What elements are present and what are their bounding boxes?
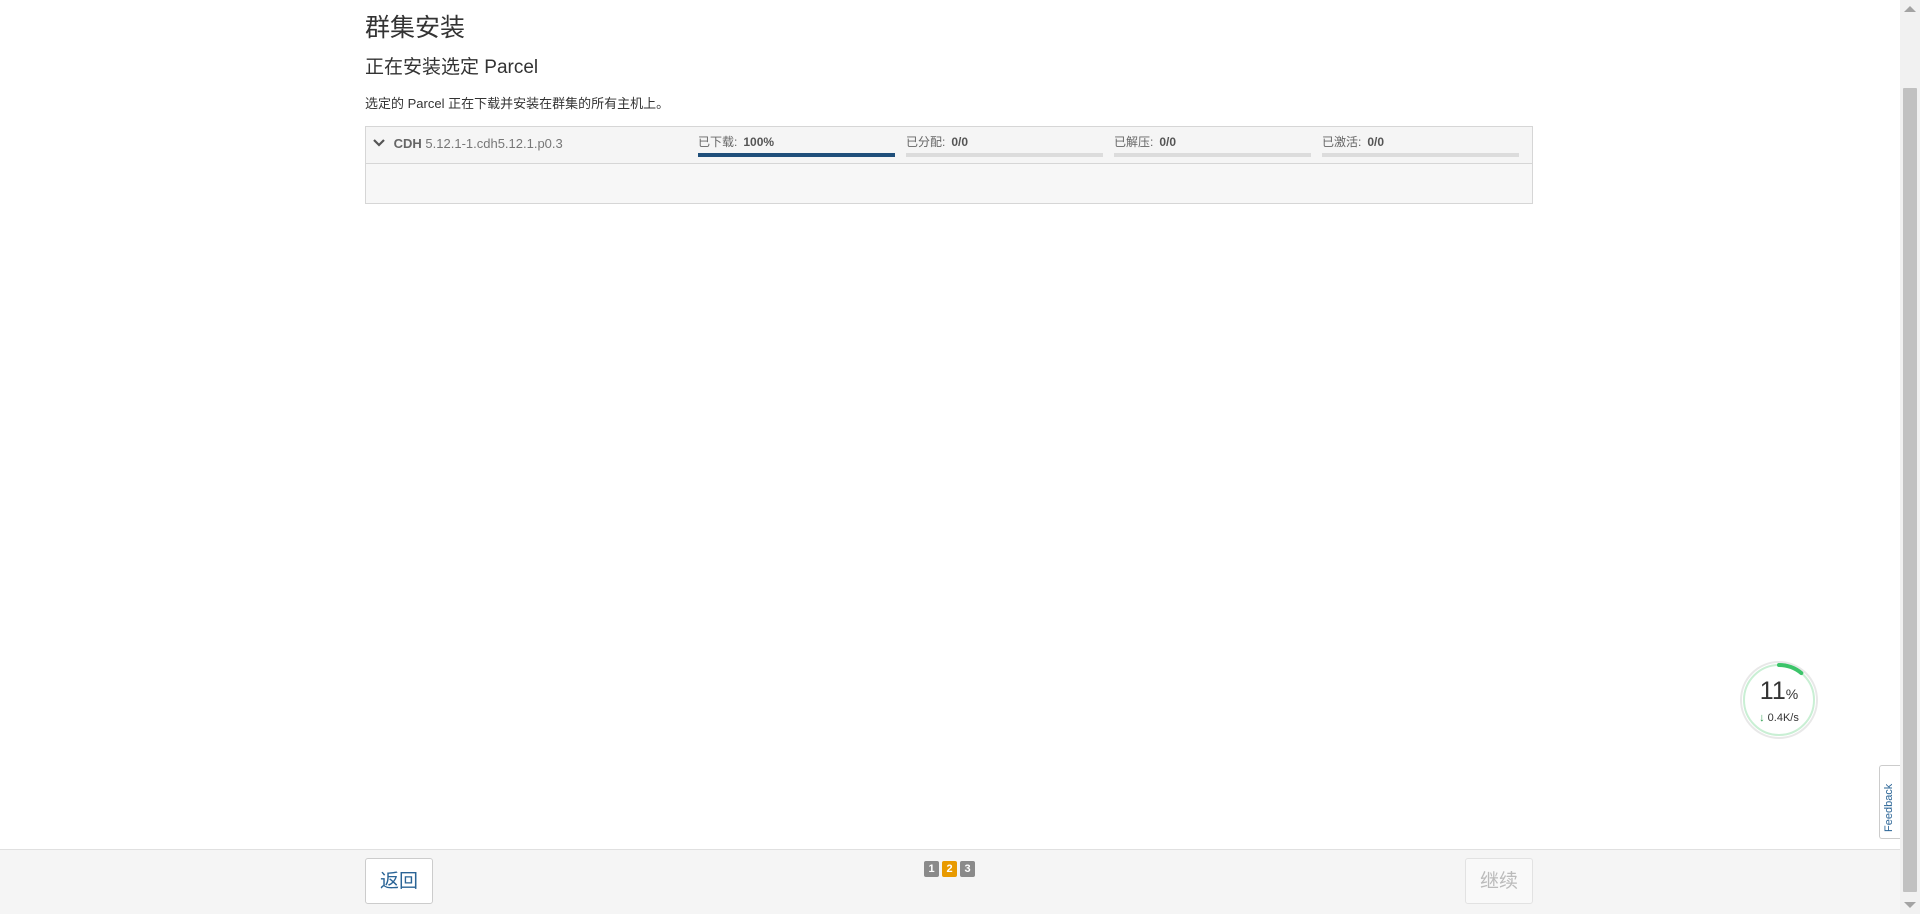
continue-button[interactable]: 继续	[1465, 858, 1533, 904]
progress-track	[1322, 153, 1519, 157]
parcel-row: CDH 5.12.1-1.cdh5.12.1.p0.3 已下载: 100% 已分配…	[366, 127, 1532, 164]
download-arrow-icon: ↓	[1759, 712, 1765, 724]
scroll-up-arrow-icon[interactable]	[1904, 6, 1916, 12]
progress-track	[906, 153, 1103, 157]
page-subtitle: 正在安装选定 Parcel	[365, 57, 539, 78]
wizard-footer: 返回 123 继续	[0, 849, 1900, 914]
chevron-down-icon	[373, 139, 385, 147]
stat-label: 已分配:	[906, 135, 946, 149]
parcel-product: CDH	[393, 136, 422, 151]
back-button[interactable]: 返回	[365, 858, 433, 904]
stat-downloaded: 已下载: 100%	[698, 133, 895, 157]
parcel-expand-toggle[interactable]: CDH 5.12.1-1.cdh5.12.1.p0.3	[372, 136, 563, 151]
stat-label: 已解压:	[1114, 135, 1154, 149]
stat-value: 0/0	[951, 135, 969, 149]
progress-fill	[698, 153, 895, 157]
network-speed-widget[interactable]: 11% ↓ 0.4K/s	[1738, 659, 1820, 741]
stat-unpacked: 已解压: 0/0	[1114, 133, 1311, 157]
step-indicator: 123	[924, 859, 978, 877]
stat-value: 0/0	[1159, 135, 1177, 149]
feedback-tab[interactable]: Feedback	[1879, 765, 1900, 839]
progress-track	[1114, 153, 1311, 157]
step-3: 3	[960, 861, 975, 877]
step-2: 2	[942, 861, 957, 877]
speed-rate: ↓ 0.4K/s	[1759, 712, 1799, 724]
parcel-panel: CDH 5.12.1-1.cdh5.12.1.p0.3 已下载: 100% 已分配…	[365, 126, 1533, 204]
parcel-version: 5.12.1-1.cdh5.12.1.p0.3	[425, 136, 563, 151]
feedback-label: Feedback	[1883, 783, 1895, 832]
stat-label: 已激活:	[1322, 135, 1362, 149]
progress-track	[698, 153, 895, 157]
scroll-down-arrow-icon[interactable]	[1904, 902, 1916, 908]
stat-value: 0/0	[1367, 135, 1385, 149]
stat-activated: 已激活: 0/0	[1322, 133, 1519, 157]
vertical-scrollbar[interactable]	[1900, 0, 1920, 914]
speed-percent: 11%	[1759, 677, 1799, 705]
page-title: 群集安装	[365, 14, 466, 42]
step-1: 1	[924, 861, 939, 877]
scrollbar-thumb[interactable]	[1903, 88, 1917, 892]
stat-distributed: 已分配: 0/0	[906, 133, 1103, 157]
page-description: 选定的 Parcel 正在下载并安装在群集的所有主机上。	[365, 96, 670, 111]
stat-value: 100%	[743, 135, 775, 149]
page: 群集安装 正在安装选定 Parcel 选定的 Parcel 正在下载并安装在群集…	[0, 0, 1920, 914]
stat-label: 已下载:	[698, 135, 738, 149]
